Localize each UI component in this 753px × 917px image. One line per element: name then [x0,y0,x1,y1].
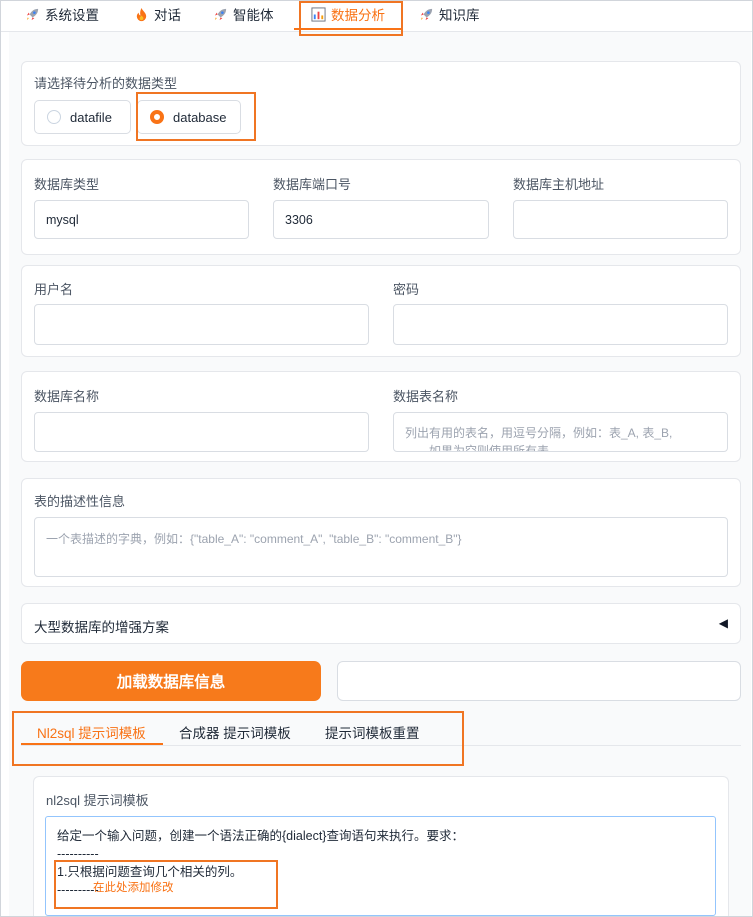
tab-label: 知识库 [439,8,480,23]
status-output-box [337,661,741,701]
db-type-input[interactable]: mysql [34,200,249,239]
db-port-input[interactable]: 3306 [273,200,489,239]
template-textarea[interactable]: 给定一个输入问题，创建一个语法正确的{dialect}查询语句来执行。要求： -… [45,816,716,916]
db-connection-card: 数据库类型 mysql 数据库端口号 3306 数据库主机地址 [21,159,741,255]
table-desc-label: 表的描述性信息 [34,494,126,509]
tab-knowledge-base[interactable]: 知识库 [419,5,480,23]
tab-system-settings[interactable]: 系统设置 [25,5,99,23]
tab-nl2sql-template[interactable]: Nl2sql 提示词模板 [37,722,146,742]
subtab-divider [21,745,741,746]
table-desc-card: 表的描述性信息 一个表描述的字典，例如：{"table_A": "comment… [21,478,741,587]
load-db-info-button[interactable]: 加载数据库信息 [21,661,321,701]
username-label: 用户名 [34,282,74,297]
fire-icon [136,7,147,21]
db-port-label: 数据库端口号 [273,177,352,192]
template-line: 给定一个输入问题，创建一个语法正确的{dialect}查询语句来执行。要求： [57,829,464,843]
active-tab-indicator [294,28,401,30]
username-input[interactable] [34,304,369,345]
password-label: 密码 [393,282,420,297]
db-host-input[interactable] [513,200,728,239]
table-name-label: 数据表名称 [393,389,459,404]
table-name-input[interactable]: 列出有用的表名，用逗号分隔，例如：表_A, 表_B, 如果为空则使用所有表 [393,412,728,452]
radio-circle-selected[interactable] [150,110,164,124]
db-host-label: 数据库主机地址 [513,177,605,192]
tab-label: 系统设置 [45,8,99,23]
table-name-placeholder: 列出有用的表名，用逗号分隔，例如：表_A, 表_B, [405,426,673,440]
rocket-icon [26,8,39,20]
db-names-card: 数据库名称 数据表名称 列出有用的表名，用逗号分隔，例如：表_A, 表_B, 如… [21,371,741,462]
radio-label: database [173,109,227,125]
table-name-placeholder-line2: 如果为空则使用所有表 [429,444,550,452]
app-window: 系统设置 对话 智能体 数据分析 知识库 请选择待分析的数据类型 datafil… [0,0,753,917]
tab-label: 对话 [154,8,181,23]
tab-label: 数据分析 [331,8,385,23]
password-input[interactable] [393,304,728,345]
rocket-icon [420,8,433,20]
template-line: ---------- [57,847,99,861]
rocket-icon [214,8,227,20]
data-type-card: 请选择待分析的数据类型 datafile database [21,61,741,146]
edit-annotation-note: 在此处添加修改 [93,882,174,894]
top-nav: 系统设置 对话 智能体 数据分析 知识库 [1,1,752,32]
radio-datafile[interactable]: datafile [34,100,131,134]
tab-chat[interactable]: 对话 [134,5,181,23]
radio-database[interactable]: database [137,100,241,134]
enhancement-accordion[interactable]: 大型数据库的增强方案 ◀ [21,603,741,644]
tab-label: 智能体 [233,8,274,23]
bar-chart-icon [311,6,326,22]
table-desc-input[interactable]: 一个表描述的字典，例如：{"table_A": "comment_A", "ta… [34,517,728,577]
db-type-label: 数据库类型 [34,177,100,192]
accordion-label: 大型数据库的增强方案 [34,620,169,635]
tab-reset-template[interactable]: 提示词模板重置 [325,722,420,742]
collapse-arrow-icon[interactable]: ◀ [719,616,728,630]
db-name-label: 数据库名称 [34,389,100,404]
db-name-input[interactable] [34,412,369,452]
data-type-label: 请选择待分析的数据类型 [34,76,178,91]
template-label: nl2sql 提示词模板 [46,793,149,808]
tab-data-analysis[interactable]: 数据分析 [311,5,385,23]
auth-card: 用户名 密码 [21,265,741,357]
radio-label: datafile [70,109,112,125]
radio-circle[interactable] [47,110,61,124]
tab-synthesizer-template[interactable]: 合成器 提示词模板 [179,722,291,742]
tab-agent[interactable]: 智能体 [213,5,274,23]
